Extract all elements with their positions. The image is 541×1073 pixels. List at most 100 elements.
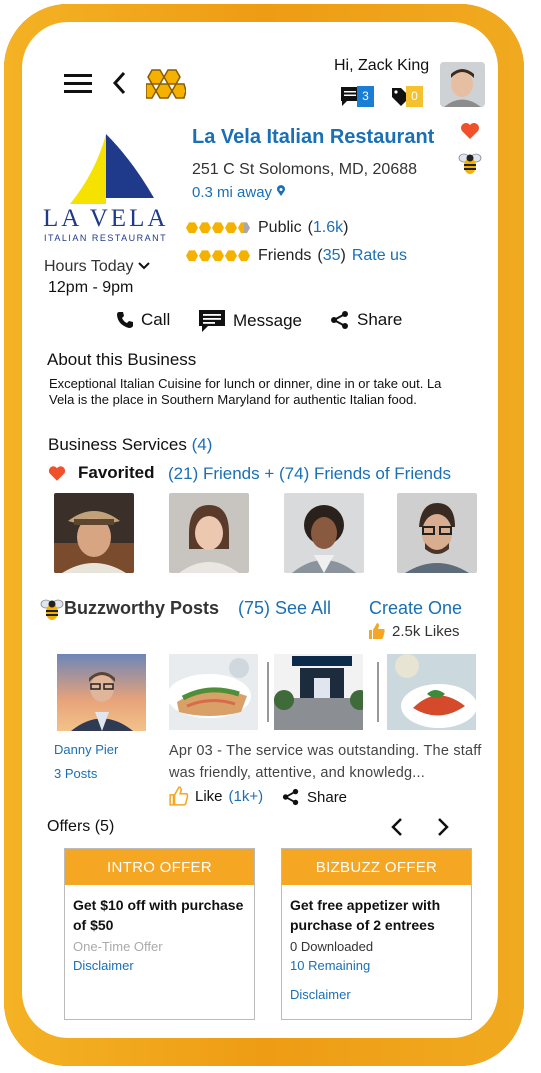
hours-label-text: Hours Today xyxy=(44,258,134,275)
share-label: Share xyxy=(357,310,403,329)
hex-icon xyxy=(212,250,224,262)
posts-heading: Buzzworthy Posts xyxy=(64,598,220,618)
about-heading: About this Business xyxy=(47,350,197,369)
offer-remaining: 10 Remaining xyxy=(290,958,371,973)
heart-icon xyxy=(48,465,66,481)
half-hex-icon xyxy=(238,222,250,234)
chevron-down-icon xyxy=(138,262,150,270)
messages-badge: 3 xyxy=(357,86,374,107)
offer-disclaimer-link[interactable]: Disclaimer xyxy=(290,987,463,1002)
hex-icon xyxy=(186,222,198,234)
offer-card[interactable]: BIZBUZZ OFFER Get free appetizer with pu… xyxy=(281,848,472,1020)
hex-icon xyxy=(225,250,237,262)
friends-count: 35 xyxy=(322,247,341,264)
public-rating[interactable]: Public (1.6k) xyxy=(186,219,348,237)
post-author-count[interactable]: 3 Posts xyxy=(54,766,97,781)
distance-text: 0.3 mi away xyxy=(192,184,273,201)
post-photo[interactable] xyxy=(274,654,363,730)
photo-divider xyxy=(267,662,269,722)
hex-icon xyxy=(212,222,224,234)
back-icon[interactable] xyxy=(110,70,128,101)
favorite-heart-icon[interactable] xyxy=(460,122,480,145)
thumbs-up-icon xyxy=(169,786,189,806)
hex-icon xyxy=(186,250,198,262)
message-label: Message xyxy=(233,311,302,330)
friend-photo[interactable] xyxy=(169,493,249,573)
logo-subtitle: ITALIAN RESTAURANT xyxy=(44,233,168,243)
friend-photo[interactable] xyxy=(54,493,134,573)
offer-type: BIZBUZZ OFFER xyxy=(282,849,471,885)
call-button[interactable]: Call xyxy=(115,310,170,330)
post-share-button[interactable]: Share xyxy=(282,788,347,806)
hex-icon xyxy=(238,250,250,262)
offer-line: One-Time Offer xyxy=(73,939,163,954)
share-icon xyxy=(331,311,348,329)
post-author-name[interactable]: Danny Pier xyxy=(54,742,118,757)
offers-next-icon[interactable] xyxy=(436,816,450,843)
offer-disclaimer-link[interactable]: Disclaimer xyxy=(73,958,246,973)
hex-icon xyxy=(199,250,211,262)
user-avatar[interactable] xyxy=(440,62,485,107)
hex-icon xyxy=(199,222,211,234)
offer-title: Get free appetizer with purchase of 2 en… xyxy=(290,897,441,933)
location-pin-icon xyxy=(277,185,286,196)
offers-prev-icon[interactable] xyxy=(390,816,404,843)
offer-title: Get $10 off with purchase of $50 xyxy=(73,897,244,933)
services-count: (4) xyxy=(191,435,213,454)
favorited-label: Favorited xyxy=(78,463,155,482)
post-share-label: Share xyxy=(307,788,348,806)
bee-icon[interactable] xyxy=(458,150,482,181)
friends-rating[interactable]: Friends (35) Rate us xyxy=(186,247,407,265)
la-vela-sail-logo-icon xyxy=(62,132,162,211)
share-icon xyxy=(282,788,299,806)
friend-photo[interactable] xyxy=(284,493,364,573)
offers-heading: Offers (5) xyxy=(47,818,115,835)
friends-rating-honeycomb-icons xyxy=(186,247,251,265)
likes-count: 2.5k Likes xyxy=(392,622,460,640)
bee-icon xyxy=(40,596,64,627)
thumbs-up-icon xyxy=(369,623,385,639)
business-services-link[interactable]: Business Services (4) xyxy=(48,435,212,455)
honeycomb-logo-icon[interactable] xyxy=(145,68,187,105)
post-review-text[interactable]: Apr 03 - The service was outstanding. Th… xyxy=(169,740,487,784)
business-address: 251 C St Solomons, MD, 20688 xyxy=(192,161,418,178)
create-post-link[interactable]: Create One xyxy=(369,598,462,619)
rate-us-link[interactable]: Rate us xyxy=(352,247,407,265)
phone-icon xyxy=(117,312,133,328)
call-label: Call xyxy=(141,310,171,329)
see-all-link[interactable]: (75) See All xyxy=(238,598,331,619)
distance[interactable]: 0.3 mi away xyxy=(192,184,286,201)
app-screen: Hi, Zack King 3 0 LA VELA ITALIAN RESTAU… xyxy=(22,22,498,1038)
hours-label[interactable]: Hours Today xyxy=(44,258,150,276)
offer-line: 0 Downloaded xyxy=(290,939,374,954)
offer-type: INTRO OFFER xyxy=(65,849,254,885)
post-photo[interactable] xyxy=(169,654,258,730)
public-count: 1.6k xyxy=(312,219,344,236)
message-button[interactable]: Message xyxy=(198,309,302,333)
business-name: La Vela Italian Restaurant xyxy=(192,126,435,148)
post-author-photo[interactable] xyxy=(57,654,146,731)
post-photo[interactable] xyxy=(387,654,476,730)
friends-label: Friends xyxy=(258,247,312,264)
like-button[interactable]: Like (1k+) xyxy=(169,786,263,806)
photo-divider xyxy=(377,662,379,722)
hours-value: 12pm - 9pm xyxy=(48,279,134,296)
like-count: (1k+) xyxy=(228,787,264,805)
services-label: Business Services xyxy=(48,435,187,454)
message-icon xyxy=(199,310,225,332)
logo-name: LA VELA xyxy=(43,205,169,232)
tags-badge: 0 xyxy=(406,86,423,107)
like-label: Like xyxy=(195,787,223,805)
share-button[interactable]: Share xyxy=(330,310,402,330)
public-rating-honeycomb-icons xyxy=(186,219,251,237)
public-label: Public xyxy=(258,219,302,236)
about-text: Exceptional Italian Cuisine for lunch or… xyxy=(49,376,442,407)
friend-photo[interactable] xyxy=(397,493,477,573)
hex-icon xyxy=(225,222,237,234)
favorited-row[interactable]: Favorited xyxy=(48,463,155,483)
menu-icon[interactable] xyxy=(64,74,92,94)
offer-card[interactable]: INTRO OFFER Get $10 off with purchase of… xyxy=(64,848,255,1020)
favorited-summary[interactable]: (21) Friends + (74) Friends of Friends xyxy=(168,464,451,484)
greeting: Hi, Zack King xyxy=(334,57,430,74)
likes-summary: 2.5k Likes xyxy=(368,622,460,640)
